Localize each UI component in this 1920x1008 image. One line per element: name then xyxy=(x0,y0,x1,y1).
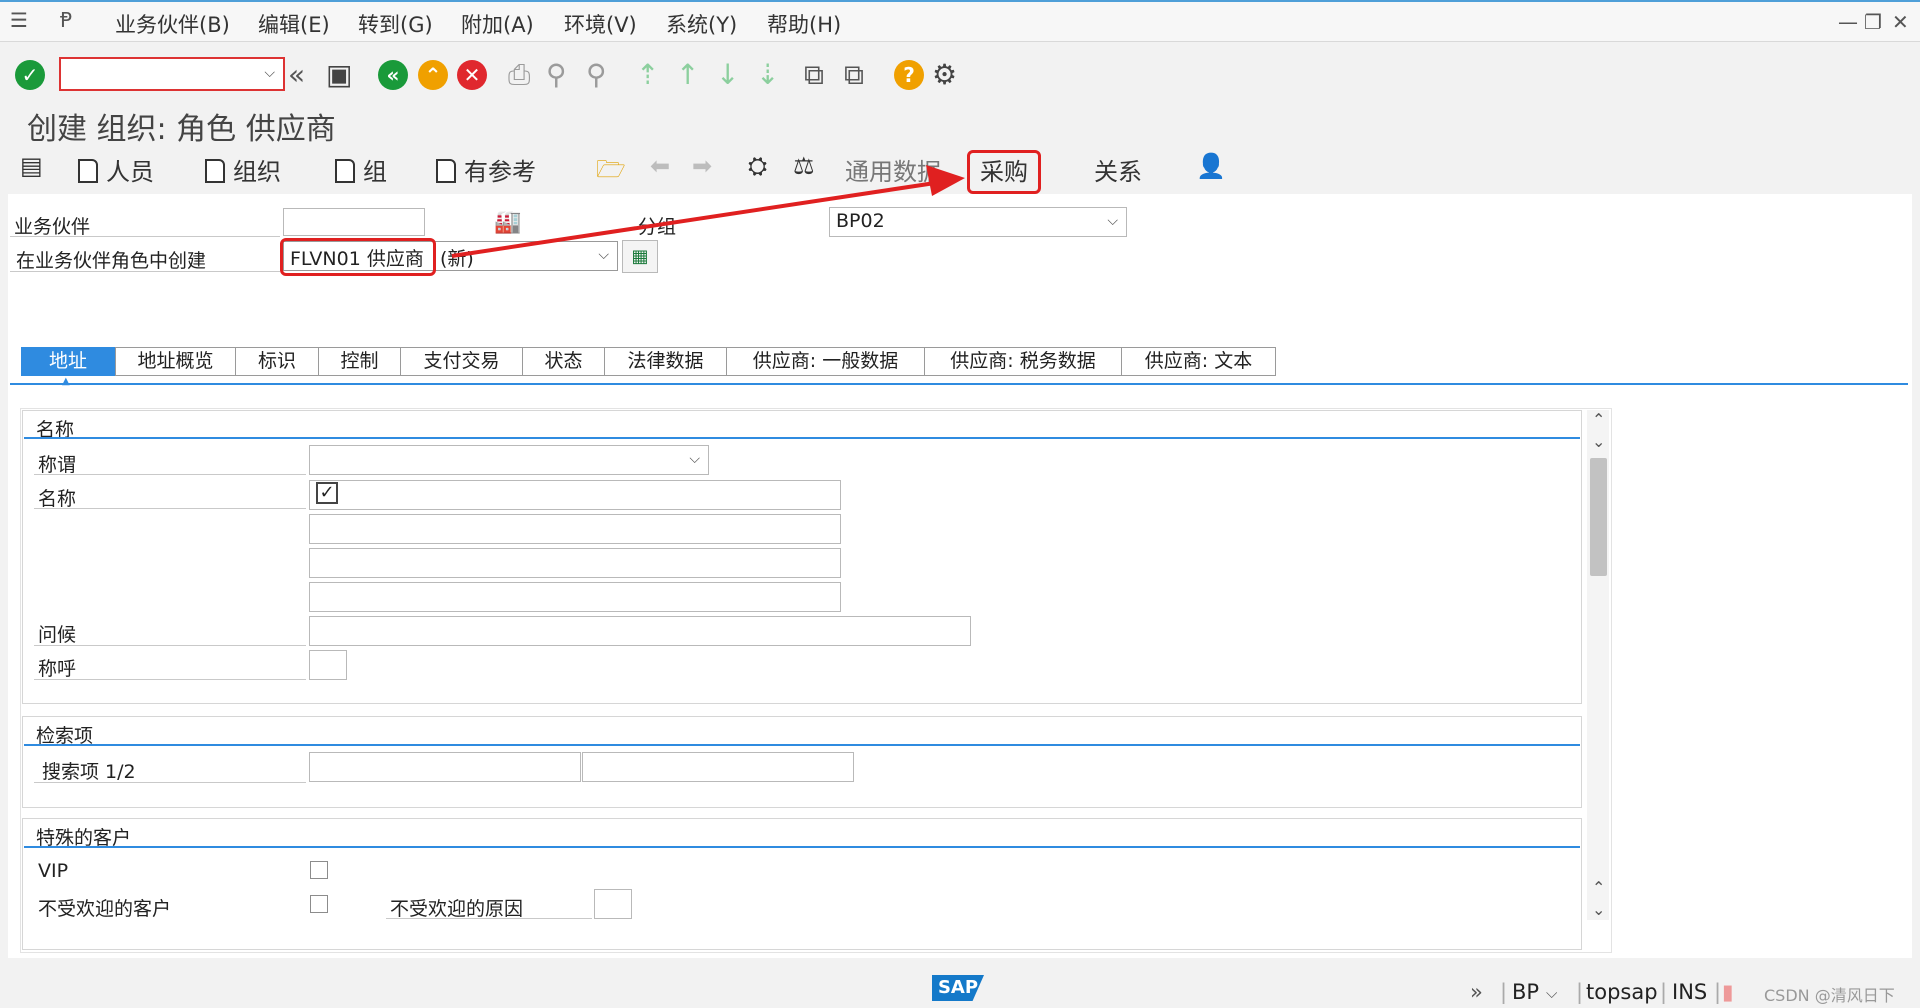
search-term-1-input[interactable] xyxy=(309,752,581,782)
search-term-2-input[interactable] xyxy=(582,752,854,782)
divider: | xyxy=(1576,980,1584,1004)
greeting-label: 问候 xyxy=(38,624,77,646)
title-label: 称谓 xyxy=(38,454,77,476)
undesired-reason-label: 不受欢迎的原因 xyxy=(390,898,524,920)
divider: | xyxy=(1500,980,1508,1004)
tab-strip-line xyxy=(10,383,1908,385)
divider xyxy=(34,679,306,680)
search-term-label: 搜索项 1/2 xyxy=(42,761,136,783)
name-input-1[interactable]: ✓ xyxy=(309,480,841,510)
transaction-code[interactable]: BP xyxy=(1512,980,1539,1004)
tab-address[interactable]: 地址 xyxy=(21,347,115,376)
tab-vendor-texts[interactable]: 供应商: 文本 xyxy=(1121,347,1276,376)
scroll-down-icon[interactable]: ⌄ xyxy=(1592,900,1605,919)
divider: | xyxy=(1660,980,1668,1004)
expand-status-icon[interactable]: » xyxy=(1470,980,1483,1004)
vip-label: VIP xyxy=(38,860,69,882)
undesired-checkbox[interactable] xyxy=(310,895,328,913)
scroll-down-icon[interactable]: ⌄ xyxy=(1592,432,1605,451)
tab-legal-data[interactable]: 法律数据 xyxy=(604,347,727,376)
insert-mode[interactable]: INS xyxy=(1672,980,1707,1004)
checkbox-checked-icon[interactable]: ✓ xyxy=(316,482,338,504)
tab-identification[interactable]: 标识 xyxy=(235,347,319,376)
title-select[interactable]: ⌵ xyxy=(309,445,709,475)
active-tab-pointer: ▲ xyxy=(62,376,70,387)
tab-address-overview[interactable]: 地址概览 xyxy=(115,347,236,376)
divider xyxy=(34,474,306,475)
performance-icon: ▮ xyxy=(1722,980,1734,1004)
divider xyxy=(34,645,306,646)
chevron-down-icon: ⌵ xyxy=(689,451,700,468)
chevron-down-icon[interactable]: ⌵ xyxy=(1546,984,1557,1002)
divider xyxy=(34,508,306,509)
server-name: topsap xyxy=(1586,980,1658,1004)
divider: | xyxy=(1714,980,1722,1004)
greeting-input[interactable] xyxy=(309,616,971,646)
name-input-4[interactable] xyxy=(309,582,841,612)
scrollbar-thumb[interactable] xyxy=(1590,458,1607,576)
name-label: 名称 xyxy=(38,488,77,510)
salutation-input[interactable] xyxy=(309,650,347,680)
scroll-up-icon[interactable]: ⌃ xyxy=(1592,410,1605,429)
watermark: CSDN @清风日下 xyxy=(1764,986,1895,1005)
tab-control[interactable]: 控制 xyxy=(318,347,401,376)
divider xyxy=(386,918,592,919)
name-input-2[interactable] xyxy=(309,514,841,544)
scroll-up-icon[interactable]: ⌃ xyxy=(1592,878,1605,897)
vip-checkbox[interactable] xyxy=(310,861,328,879)
undesired-label: 不受欢迎的客户 xyxy=(38,898,172,920)
tab-vendor-tax-data[interactable]: 供应商: 税务数据 xyxy=(924,347,1122,376)
group-divider xyxy=(24,744,1580,746)
tab-status[interactable]: 状态 xyxy=(522,347,605,376)
name-input-3[interactable] xyxy=(309,548,841,578)
salutation-label: 称呼 xyxy=(38,658,77,680)
group-divider xyxy=(24,846,1580,848)
tab-vendor-general-data[interactable]: 供应商: 一般数据 xyxy=(726,347,925,376)
divider xyxy=(34,782,306,783)
group-divider xyxy=(24,437,1580,439)
undesired-reason-input[interactable] xyxy=(594,889,632,919)
tab-payment-transactions[interactable]: 支付交易 xyxy=(400,347,523,376)
special-customer-group xyxy=(22,818,1582,950)
